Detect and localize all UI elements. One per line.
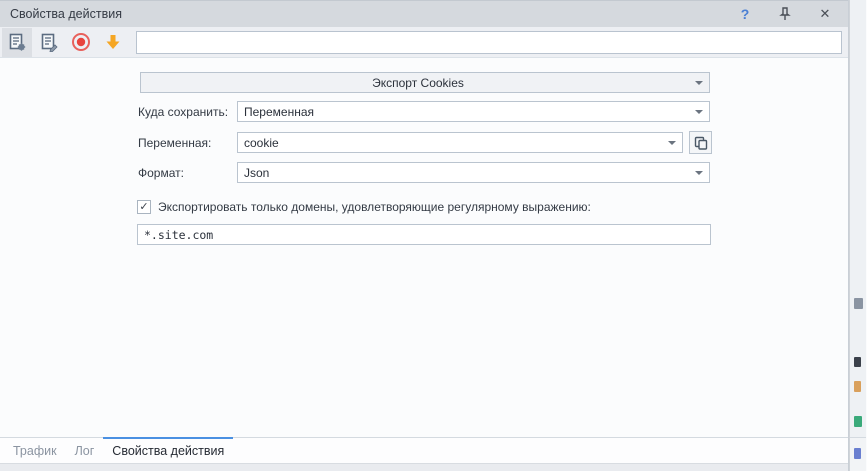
action-name-input[interactable] <box>136 31 842 54</box>
clipped-icon-fragment <box>854 416 862 427</box>
tab-log[interactable]: Лог <box>66 438 104 463</box>
help-button[interactable]: ? <box>732 4 758 24</box>
download-tool-button[interactable] <box>98 28 128 57</box>
document-gear-icon <box>8 33 27 52</box>
down-arrow-icon <box>104 33 122 51</box>
clipped-text-fragment <box>854 357 861 367</box>
save-to-value: Переменная <box>244 105 689 119</box>
format-label: Формат: <box>138 166 184 180</box>
variable-label: Переменная: <box>138 136 211 150</box>
format-value: Json <box>244 166 689 180</box>
clipped-panel-bottom <box>850 438 866 471</box>
action-type-value: Экспорт Cookies <box>147 76 689 90</box>
close-button[interactable]: ✕ <box>812 4 838 24</box>
action-properties-tool-button[interactable] <box>2 28 32 57</box>
chevron-down-icon <box>695 171 703 175</box>
format-select[interactable]: Json <box>237 162 710 183</box>
action-properties-panel: Свойства действия ? ✕ <box>0 0 849 471</box>
panel-title: Свойства действия <box>10 7 122 21</box>
domain-filter-label: Экспортировать только домены, удовлетвор… <box>158 200 591 214</box>
clipped-right-panel <box>849 0 866 471</box>
help-icon: ? <box>741 6 750 22</box>
pin-button[interactable] <box>772 4 798 24</box>
clipped-icon-fragment <box>854 381 861 392</box>
tab-action-properties[interactable]: Свойства действия <box>103 438 233 463</box>
bottom-tabbar: Трафик Лог Свойства действия <box>0 437 848 463</box>
panel-titlebar: Свойства действия ? ✕ <box>0 0 848 27</box>
clipped-icon-fragment <box>854 448 861 459</box>
record-circle-icon <box>71 32 91 52</box>
clipped-icon-fragment <box>854 298 863 309</box>
record-tool-button[interactable] <box>66 28 96 57</box>
tab-traffic[interactable]: Трафик <box>4 438 66 463</box>
action-type-select[interactable]: Экспорт Cookies <box>140 72 710 93</box>
domain-filter-checkbox[interactable]: ✓ <box>137 200 151 214</box>
copy-icon <box>694 136 708 150</box>
variable-combobox[interactable]: cookie <box>237 132 683 153</box>
variable-value: cookie <box>244 136 662 150</box>
copy-variable-button[interactable] <box>689 131 712 154</box>
domain-regex-input[interactable] <box>137 224 711 245</box>
chevron-down-icon <box>695 81 703 85</box>
chevron-down-icon <box>668 141 676 145</box>
document-pencil-icon <box>40 33 59 52</box>
close-icon: ✕ <box>820 6 831 22</box>
status-strip <box>0 463 848 471</box>
action-properties-form: Экспорт Cookies Куда сохранить: Переменн… <box>0 58 848 437</box>
workspace: Свойства действия ? ✕ <box>0 0 867 471</box>
domain-filter-row: ✓ Экспортировать только домены, удовлетв… <box>137 200 591 214</box>
save-to-select[interactable]: Переменная <box>237 101 710 122</box>
action-toolbar <box>0 27 848 58</box>
chevron-down-icon <box>695 110 703 114</box>
edit-action-tool-button[interactable] <box>34 28 64 57</box>
checkmark-icon: ✓ <box>139 202 148 213</box>
save-to-label: Куда сохранить: <box>138 105 228 119</box>
pin-icon <box>779 7 791 21</box>
